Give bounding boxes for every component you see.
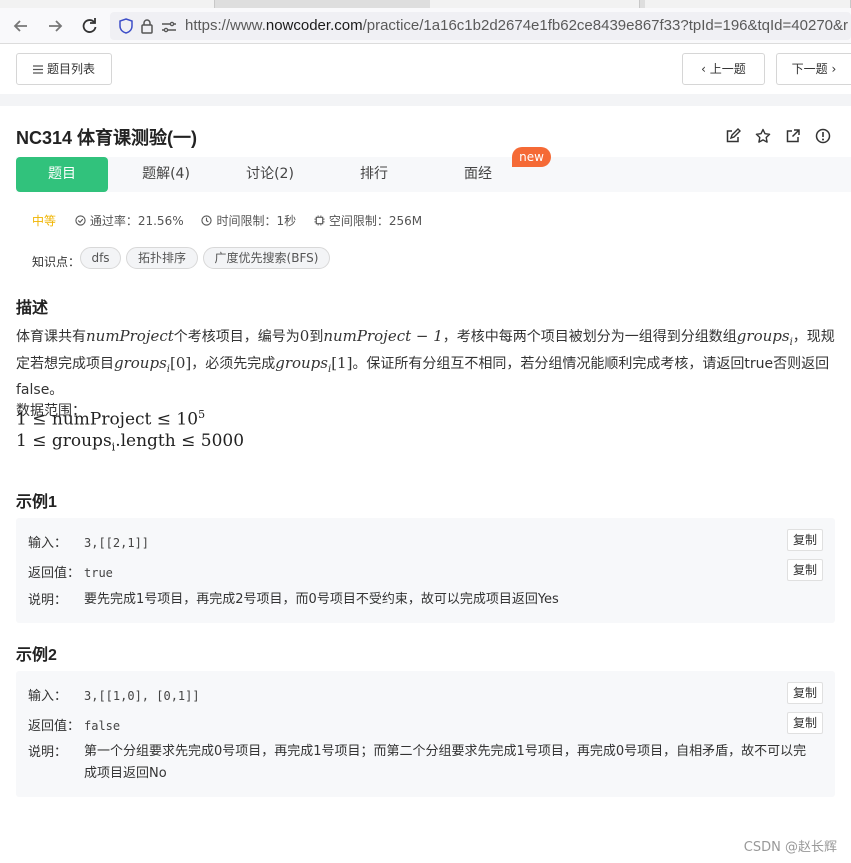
clock-icon bbox=[201, 215, 213, 226]
check-circle-icon bbox=[75, 215, 86, 226]
tab-ranking[interactable]: 排行 bbox=[328, 157, 420, 192]
range-line-1: 1 ≤ numProject ≤ 105 bbox=[16, 408, 206, 430]
browser-tab-strip bbox=[0, 0, 851, 8]
example-1-output: 返回值： true bbox=[28, 566, 113, 581]
prev-problem-button[interactable]: ‹ 上一题 bbox=[682, 53, 765, 85]
chip-icon bbox=[314, 215, 325, 226]
browser-tab[interactable] bbox=[430, 0, 640, 8]
copy-input-button[interactable]: 复制 bbox=[787, 682, 823, 704]
example-1-box: 输入： 3,[[2,1]] 复制 返回值： true 复制 说明： 要先完成1号项目，… bbox=[16, 518, 835, 623]
difficulty-label: 中等 bbox=[32, 214, 57, 228]
example-2-output: 返回值： false bbox=[28, 719, 121, 734]
tab-discussion[interactable]: 讨论(2) bbox=[224, 157, 316, 192]
example-2-input-value[interactable]: 3,[[1,0], [0,1]] bbox=[84, 689, 200, 703]
problem-title: NC314 体育课测验(一) bbox=[16, 128, 198, 148]
forward-icon[interactable] bbox=[45, 16, 65, 36]
problem-list-button[interactable]: 题目列表 bbox=[16, 53, 112, 85]
tab-interview[interactable]: 面经 bbox=[432, 157, 524, 192]
example-2-heading: 示例2 bbox=[16, 647, 57, 664]
tag-topological-sort[interactable]: 拓扑排序 bbox=[126, 247, 198, 269]
tab-problem[interactable]: 题目 bbox=[16, 157, 108, 192]
example-1-input-value[interactable]: 3,[[2,1]] bbox=[84, 536, 149, 550]
pass-rate: 通过率：21.56% bbox=[75, 214, 184, 228]
space-limit: 空间限制：256M bbox=[314, 214, 422, 228]
problem-list-label: 题目列表 bbox=[46, 62, 95, 76]
next-label: 下一题 bbox=[791, 62, 828, 76]
example-2-explain: 说明： 第一个分组要求先完成0号项目，再完成1号项目；而第二个分组要求先完成1号项… bbox=[28, 744, 807, 781]
site-permissions-icon[interactable] bbox=[161, 19, 177, 38]
star-icon[interactable] bbox=[755, 128, 771, 144]
browser-toolbar: https://www.nowcoder.com/practice/1a16c1… bbox=[0, 8, 851, 44]
chevron-right-icon: › bbox=[827, 62, 837, 76]
section-divider bbox=[0, 94, 851, 106]
tag-bfs[interactable]: 广度优先搜索(BFS) bbox=[203, 247, 330, 269]
url-text[interactable]: https://www.nowcoder.com/practice/1a16c1… bbox=[185, 17, 848, 34]
example-2-output-value[interactable]: false bbox=[84, 719, 120, 733]
problem-toolbar: 题目列表 ‹ 上一题 下一题 › bbox=[0, 44, 851, 94]
watermark: CSDN @赵长辉 bbox=[743, 840, 837, 855]
share-icon[interactable] bbox=[785, 128, 801, 144]
tab-solutions[interactable]: 题解(4) bbox=[120, 157, 212, 192]
example-1-heading: 示例1 bbox=[16, 494, 57, 511]
browser-tab[interactable] bbox=[645, 0, 851, 8]
back-icon[interactable] bbox=[11, 16, 31, 36]
copy-input-button[interactable]: 复制 bbox=[787, 529, 823, 551]
new-badge: new bbox=[512, 147, 551, 167]
time-limit: 时间限制：1秒 bbox=[201, 214, 296, 228]
chevron-left-icon: ‹ bbox=[701, 62, 710, 76]
prev-label: 上一题 bbox=[709, 62, 746, 76]
example-2-box: 输入： 3,[[1,0], [0,1]] 复制 返回值： false 复制 说明：第… bbox=[16, 671, 835, 797]
example-1-explain: 说明： 要先完成1号项目，再完成2号项目，而0号项目不受约束，故可以完成项目返回Y… bbox=[28, 592, 559, 608]
address-bar[interactable]: https://www.nowcoder.com/practice/1a16c1… bbox=[110, 12, 851, 40]
knowledge-label: 知识点： bbox=[32, 255, 81, 269]
reload-icon[interactable] bbox=[79, 16, 99, 36]
copy-output-button[interactable]: 复制 bbox=[787, 712, 823, 734]
example-1-input: 输入： 3,[[2,1]] bbox=[28, 536, 150, 551]
report-icon[interactable] bbox=[815, 128, 831, 144]
browser-tab[interactable] bbox=[0, 0, 215, 8]
range-line-2: 1 ≤ groupsi.length ≤ 5000 bbox=[16, 431, 245, 454]
example-2-input: 输入： 3,[[1,0], [0,1]] bbox=[28, 689, 200, 704]
problem-meta: 中等 通过率：21.56% 时间限制：1秒 空间限制：256M bbox=[32, 212, 436, 229]
edit-icon[interactable] bbox=[725, 128, 741, 144]
description-heading: 描述 bbox=[16, 300, 49, 317]
tag-dfs[interactable]: dfs bbox=[80, 247, 121, 269]
next-problem-button[interactable]: 下一题 › bbox=[776, 53, 851, 85]
problem-tabs: 题目 题解(4) 讨论(2) 排行 面经 bbox=[16, 157, 851, 192]
tracking-shield-icon[interactable] bbox=[118, 18, 134, 38]
title-actions bbox=[716, 128, 831, 144]
copy-output-button[interactable]: 复制 bbox=[787, 559, 823, 581]
lock-icon[interactable] bbox=[140, 18, 154, 38]
list-icon bbox=[32, 65, 43, 74]
example-1-output-value[interactable]: true bbox=[84, 566, 113, 580]
